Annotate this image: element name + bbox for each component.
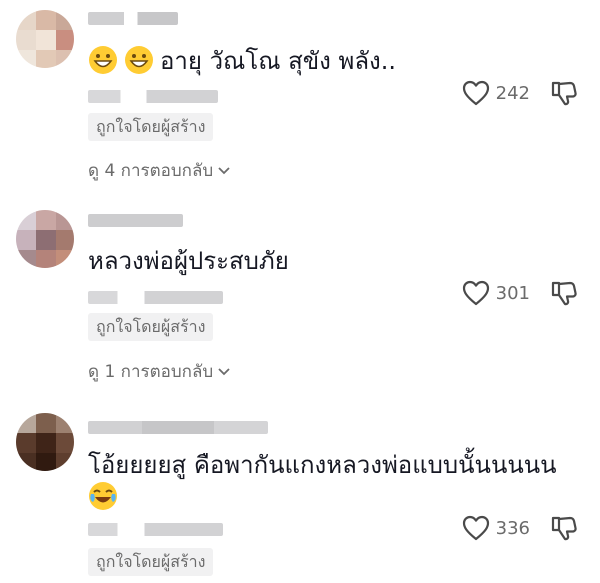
creator-liked-badge: ถูกใจโดยผู้สร้าง bbox=[88, 313, 214, 341]
heart-outline-icon bbox=[462, 280, 489, 306]
chevron-down-icon bbox=[218, 367, 230, 375]
like-count: 336 bbox=[495, 517, 530, 539]
comment-text-emoji-line bbox=[88, 481, 124, 512]
comment-text: โอ้ยยยยสู คือพากันแกงหลวงพ่อแบบนั้นนนนน bbox=[88, 451, 557, 479]
comment-item: โอ้ยยยยสู คือพากันแกงหลวงพ่อแบบนั้นนนนน … bbox=[0, 405, 600, 583]
comment-text: อายุ วัณโณ สุขัง พลัง.. bbox=[88, 45, 396, 76]
dislike-button[interactable] bbox=[550, 514, 578, 546]
thumbs-down-icon bbox=[551, 281, 577, 306]
comment-text: หลวงพ่อผู้ประสบภัย bbox=[88, 247, 289, 275]
thumbs-down-icon bbox=[551, 516, 577, 541]
username[interactable] bbox=[88, 214, 183, 227]
username[interactable] bbox=[88, 12, 178, 25]
like-button[interactable]: 301 bbox=[462, 280, 530, 306]
heart-outline-icon bbox=[462, 80, 489, 106]
like-count: 301 bbox=[495, 282, 530, 304]
creator-liked-badge: ถูกใจโดยผู้สร้าง bbox=[88, 548, 214, 576]
avatar[interactable] bbox=[16, 413, 74, 471]
timestamp bbox=[88, 523, 223, 536]
like-button[interactable]: 242 bbox=[462, 80, 530, 106]
view-replies-button[interactable]: ดู 1 การตอบกลับ bbox=[88, 358, 231, 385]
comment-text-content: อายุ วัณโณ สุขัง พลัง.. bbox=[160, 47, 397, 75]
avatar[interactable] bbox=[16, 210, 74, 268]
grin-emoji bbox=[124, 45, 154, 75]
grin-emoji bbox=[88, 45, 118, 75]
chevron-down-icon bbox=[218, 166, 230, 174]
view-replies-label: ดู 1 การตอบกลับ bbox=[88, 362, 214, 382]
creator-liked-badge: ถูกใจโดยผู้สร้าง bbox=[88, 113, 214, 141]
view-replies-label: ดู 4 การตอบกลับ bbox=[88, 161, 214, 181]
comment-item: อายุ วัณโณ สุขัง พลัง.. 242 ถูกใจโดยผู้ส… bbox=[0, 0, 600, 190]
timestamp bbox=[88, 90, 218, 103]
dislike-button[interactable] bbox=[550, 79, 578, 111]
username[interactable] bbox=[88, 421, 268, 434]
like-button[interactable]: 336 bbox=[462, 515, 530, 541]
tears-of-joy-emoji bbox=[88, 481, 118, 511]
dislike-button[interactable] bbox=[550, 279, 578, 311]
view-replies-button[interactable]: ดู 4 การตอบกลับ bbox=[88, 157, 231, 184]
timestamp bbox=[88, 291, 223, 304]
comment-item: หลวงพ่อผู้ประสบภัย 301 ถูกใจโดยผู้สร้าง … bbox=[0, 200, 600, 390]
like-count: 242 bbox=[495, 82, 530, 104]
thumbs-down-icon bbox=[551, 81, 577, 106]
heart-outline-icon bbox=[462, 515, 489, 541]
avatar[interactable] bbox=[16, 10, 74, 68]
